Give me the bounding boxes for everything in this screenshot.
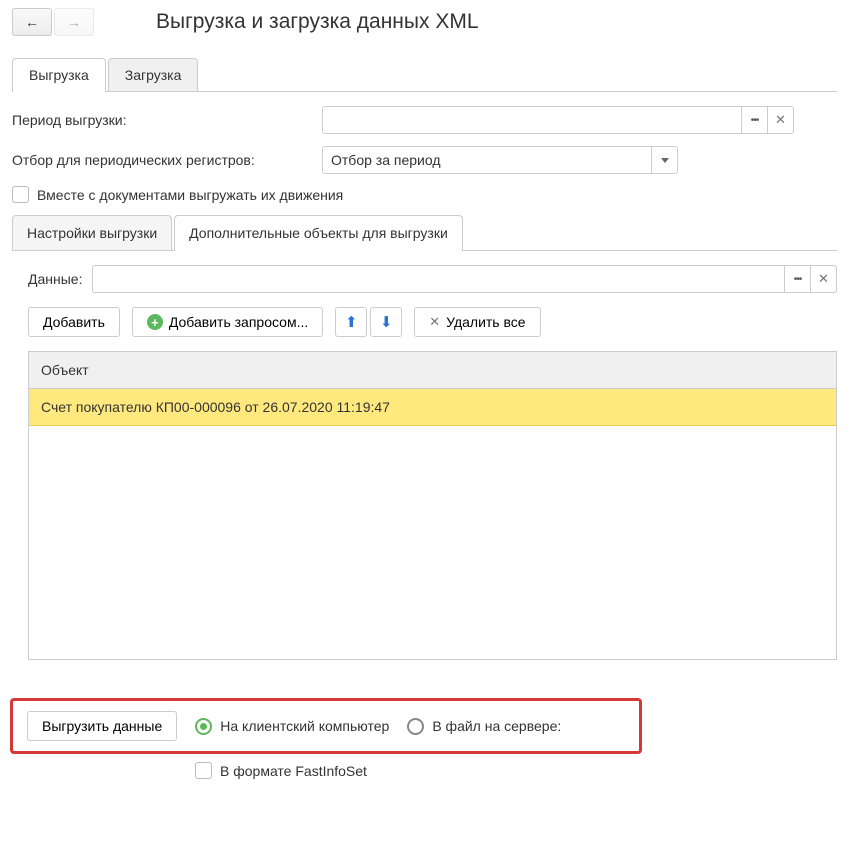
- sub-tab-settings[interactable]: Настройки выгрузки: [12, 215, 172, 250]
- add-query-button[interactable]: + Добавить запросом...: [132, 307, 323, 337]
- move-down-button[interactable]: ⬇: [370, 307, 402, 337]
- movements-checkbox[interactable]: [12, 186, 29, 203]
- period-clear-button[interactable]: ✕: [768, 106, 794, 134]
- add-query-label: Добавить запросом...: [169, 314, 308, 330]
- movements-label: Вместе с документами выгружать их движен…: [37, 187, 343, 203]
- close-icon: ✕: [818, 271, 829, 287]
- arrow-up-icon: ⬆: [345, 313, 358, 331]
- add-button[interactable]: Добавить: [28, 307, 120, 337]
- data-clear-button[interactable]: ✕: [811, 265, 837, 293]
- data-select-button[interactable]: •••: [785, 265, 811, 293]
- filter-dropdown-button[interactable]: [652, 146, 678, 174]
- back-button[interactable]: ←: [12, 8, 52, 36]
- filter-select[interactable]: Отбор за период: [322, 146, 652, 174]
- tab-import[interactable]: Загрузка: [108, 58, 199, 91]
- plus-icon: +: [147, 314, 163, 330]
- data-input[interactable]: [92, 265, 785, 293]
- period-label: Период выгрузки:: [12, 112, 322, 128]
- sub-tab-additional[interactable]: Дополнительные объекты для выгрузки: [174, 215, 463, 250]
- dots-icon: •••: [751, 115, 759, 126]
- fastinfo-checkbox[interactable]: [195, 762, 212, 779]
- delete-all-label: Удалить все: [446, 314, 525, 330]
- arrow-left-icon: ←: [25, 14, 39, 30]
- arrow-right-icon: →: [67, 14, 81, 30]
- close-icon: ✕: [429, 314, 440, 330]
- filter-label: Отбор для периодических регистров:: [12, 152, 322, 168]
- fastinfo-label: В формате FastInfoSet: [220, 763, 367, 779]
- close-icon: ✕: [775, 112, 786, 128]
- tab-export[interactable]: Выгрузка: [12, 58, 106, 91]
- period-select-button[interactable]: •••: [742, 106, 768, 134]
- radio-client[interactable]: [195, 718, 212, 735]
- radio-server-label: В файл на сервере:: [432, 718, 561, 734]
- export-footer: Выгрузить данные На клиентский компьютер…: [10, 698, 642, 754]
- objects-table: Объект Счет покупателю КП00-000096 от 26…: [28, 351, 837, 660]
- page-title: Выгрузка и загрузка данных XML: [156, 10, 479, 34]
- data-label: Данные:: [28, 271, 82, 287]
- move-up-button[interactable]: ⬆: [335, 307, 367, 337]
- dots-icon: •••: [794, 274, 802, 285]
- radio-server[interactable]: [407, 718, 424, 735]
- delete-all-button[interactable]: ✕ Удалить все: [414, 307, 540, 337]
- radio-client-label: На клиентский компьютер: [220, 718, 389, 734]
- arrow-down-icon: ⬇: [380, 313, 393, 331]
- table-row[interactable]: Счет покупателю КП00-000096 от 26.07.202…: [29, 389, 836, 426]
- table-header: Объект: [29, 352, 836, 389]
- export-button[interactable]: Выгрузить данные: [27, 711, 177, 741]
- period-input[interactable]: [322, 106, 742, 134]
- forward-button[interactable]: →: [54, 8, 94, 36]
- chevron-down-icon: [661, 158, 669, 163]
